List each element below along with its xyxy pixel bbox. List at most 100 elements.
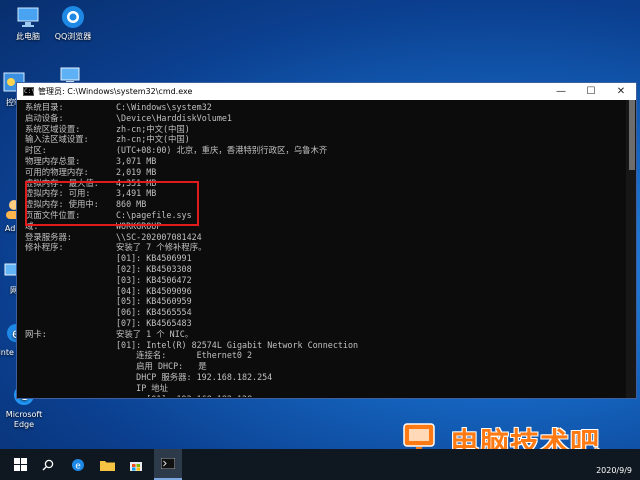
console-line: 网卡: 安装了 1 个 NIC。: [25, 329, 621, 340]
console-line: 输入法区域设置: zh-cn;中文(中国): [25, 134, 621, 145]
cmd-icon: [161, 458, 175, 469]
console-key: 系统区域设置:: [25, 123, 81, 134]
console-line: [01]: Intel(R) 82574L Gigabit Network Co…: [25, 340, 621, 351]
console-key: 页面文件位置:: [25, 210, 81, 220]
console-key: 系统目录:: [25, 103, 64, 112]
console-line: [05]: KB4560959: [25, 296, 621, 307]
console-value: C:\Windows\system32: [116, 103, 212, 112]
console-line: 虚拟内存: 最大值: 4,351 MB: [25, 178, 621, 189]
console-line: 系统目录: C:\Windows\system32: [25, 103, 621, 113]
console-value: 安装了 1 个 NIC。: [116, 328, 194, 339]
console-line: 页面文件位置: C:\pagefile.sys: [25, 210, 621, 221]
console-line: [01]: KB4506991: [25, 253, 621, 264]
console-key: 域:: [25, 220, 39, 231]
console-line: 域: WORKGROUP: [25, 221, 621, 232]
console-line: 系统区域设置: zh-cn;中文(中国): [25, 124, 621, 135]
console-line: 虚拟内存: 使用中: 860 MB: [25, 199, 621, 210]
cmd-app-icon: C:\: [23, 87, 35, 96]
console-key: 输入法区域设置:: [25, 134, 89, 145]
console-value: [07]: KB4565483: [116, 318, 192, 328]
cmd-window[interactable]: C:\ 管理员: C:\Windows\system32\cmd.exe — ☐…: [16, 82, 637, 399]
desktop-icon-label: Microsoft Edge: [5, 410, 43, 429]
taskbar: e 2020/9/9: [0, 449, 640, 480]
console-line: 时区: (UTC+08:00) 北京，重庆，香港特别行政区，乌鲁木齐: [25, 145, 621, 156]
console-key: 网卡:: [25, 328, 47, 339]
scrollbar[interactable]: [626, 100, 636, 398]
console-value: DHCP 服务器: 192.168.182.254: [116, 372, 273, 382]
console-line: 物理内存总量: 3,071 MB: [25, 156, 621, 167]
console-line: [07]: KB4565483: [25, 318, 621, 329]
minimize-button[interactable]: —: [546, 83, 576, 100]
console-line: [06]: KB4565554: [25, 307, 621, 318]
console-line: [01]: 192.168.182.128: [25, 394, 621, 397]
console-value: 3,071 MB: [116, 156, 157, 166]
console-line: IP 地址: [25, 383, 621, 394]
console-line: [04]: KB4509096: [25, 286, 621, 297]
svg-text:e: e: [75, 461, 81, 471]
console-value: [06]: KB4565554: [116, 307, 192, 318]
console-key: 虚拟内存: 使用中:: [25, 199, 99, 210]
console-key: 可用的物理内存:: [25, 166, 89, 177]
taskbar-cmd[interactable]: [154, 449, 182, 480]
store-icon: [130, 461, 142, 471]
edge-icon: e: [72, 458, 84, 471]
console-value: 860 MB: [116, 199, 147, 210]
console-value: [03]: KB4506472: [116, 274, 192, 285]
console-value: C:\pagefile.sys: [116, 210, 192, 220]
console-value: 2,019 MB: [116, 166, 157, 177]
search-button[interactable]: [36, 449, 60, 480]
windows-logo-icon: [13, 458, 27, 471]
console-key: 启动设备:: [25, 112, 64, 123]
console-line: 登录服务器: \\SC-202007081424: [25, 232, 621, 243]
console-key: 虚拟内存: 最大值:: [25, 177, 99, 188]
desktop-icon-label: QQ浏览器: [54, 32, 92, 41]
close-button[interactable]: ✕: [606, 83, 636, 100]
console-line: DHCP 服务器: 192.168.182.254: [25, 372, 621, 383]
console-line: 启用 DHCP: 是: [25, 361, 621, 372]
start-button[interactable]: [4, 449, 36, 480]
desktop-icon-qq-browser[interactable]: QQ浏览器: [45, 4, 101, 42]
console-value: zh-cn;中文(中国): [116, 123, 190, 134]
console-value: [02]: KB4503308: [116, 264, 192, 274]
console-line: 启动设备: \Device\HarddiskVolume1: [25, 113, 621, 124]
console-value: 3,491 MB: [116, 188, 157, 199]
console-value: \\SC-202007081424: [116, 231, 202, 242]
console-value: 安装了 7 个修补程序。: [116, 242, 207, 253]
console-value: zh-cn;中文(中国): [116, 134, 190, 145]
console-value: (UTC+08:00) 北京，重庆，香港特别行政区，乌鲁木齐: [116, 145, 328, 156]
scrollbar-thumb[interactable]: [629, 100, 635, 170]
console-output[interactable]: Hyper-V 要求:已检测到虚拟机监控程序。将不显示 Hyper-V 所需的功…: [25, 103, 621, 397]
console-key: 登录服务器:: [25, 231, 72, 242]
taskbar-edge[interactable]: e: [66, 449, 90, 480]
console-key: 虚拟内存: 可用:: [25, 188, 91, 199]
console-value: IP 地址: [116, 382, 169, 393]
console-value: [01]: Intel(R) 82574L Gigabit Network Co…: [116, 339, 359, 350]
console-value: [05]: KB4560959: [116, 296, 192, 307]
qq-browser-icon: [62, 6, 84, 28]
search-icon: [42, 459, 54, 470]
console-value: \Device\HarddiskVolume1: [116, 112, 232, 123]
console-key: 时区:: [25, 145, 47, 156]
console-value: 连接名: Ethernet0 2: [116, 350, 253, 361]
taskbar-file-explorer[interactable]: [95, 449, 119, 480]
console-line: 虚拟内存: 可用: 3,491 MB: [25, 188, 621, 199]
title-bar[interactable]: C:\ 管理员: C:\Windows\system32\cmd.exe — ☐…: [17, 83, 636, 100]
maximize-button[interactable]: ☐: [576, 83, 606, 100]
window-title: 管理员: C:\Windows\system32\cmd.exe: [38, 87, 193, 96]
taskbar-store[interactable]: [124, 449, 148, 480]
console-value: [04]: KB4509096: [116, 285, 192, 296]
console-line: 修补程序: 安装了 7 个修补程序。: [25, 242, 621, 253]
console-line: 可用的物理内存: 2,019 MB: [25, 167, 621, 178]
folder-icon: [99, 460, 115, 471]
console-value: WORKGROUP: [116, 220, 162, 231]
console-value: [01]: 192.168.182.128: [116, 394, 252, 397]
console-line: [03]: KB4506472: [25, 275, 621, 286]
clock-date[interactable]: 2020/9/9: [596, 466, 632, 475]
this-pc-icon: [17, 7, 39, 27]
console-key: 修补程序:: [25, 242, 64, 253]
console-value: [01]: KB4506991: [116, 253, 192, 264]
console-line: 连接名: Ethernet0 2: [25, 350, 621, 361]
console-value: 启用 DHCP: 是: [116, 361, 207, 372]
console-line: [02]: KB4503308: [25, 264, 621, 275]
console-key: 物理内存总量:: [25, 156, 81, 166]
